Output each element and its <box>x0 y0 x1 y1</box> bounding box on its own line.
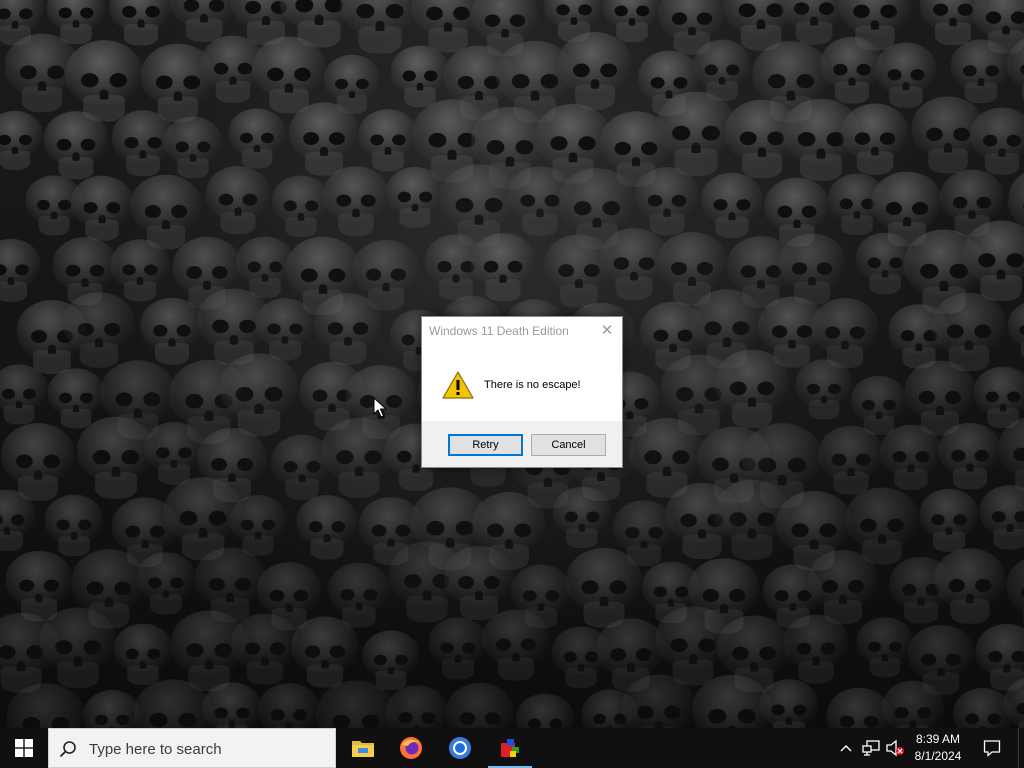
skull-decoration <box>919 488 979 554</box>
search-box[interactable]: Type here to search <box>48 728 336 768</box>
search-placeholder: Type here to search <box>89 741 222 758</box>
dialog-body: There is no escape! <box>422 345 622 421</box>
skull-decoration <box>445 683 514 728</box>
skull-decoration <box>856 617 914 681</box>
clock-date: 8/1/2024 <box>914 749 962 763</box>
firefox-button[interactable] <box>387 728 435 768</box>
network-icon[interactable] <box>861 738 881 758</box>
skull-decoration <box>231 613 299 689</box>
file-explorer-button[interactable] <box>339 728 387 768</box>
cancel-button[interactable]: Cancel <box>531 434 606 456</box>
show-desktop-button[interactable] <box>1018 728 1024 768</box>
firefox-icon <box>400 737 422 759</box>
close-icon[interactable]: ✕ <box>598 322 616 340</box>
skull-decoration <box>314 293 382 369</box>
skull-decoration <box>759 679 819 728</box>
skull-decoration <box>136 552 196 618</box>
skull-decoration <box>297 495 358 564</box>
retry-button[interactable]: Retry <box>448 434 523 456</box>
skull-decoration <box>40 607 117 692</box>
skull-decoration <box>841 103 909 178</box>
skull-decoration <box>552 486 611 552</box>
skull-decoration <box>1007 35 1024 109</box>
skull-decoration <box>470 232 536 305</box>
skull-decoration <box>0 489 37 554</box>
skull-decoration <box>71 175 134 244</box>
skull-decoration <box>701 172 763 242</box>
skull-decoration <box>1008 300 1024 362</box>
chrome-icon <box>449 737 471 759</box>
mouse-cursor-icon <box>373 397 387 418</box>
skull-decoration <box>113 623 172 688</box>
warning-icon <box>442 371 474 399</box>
notification-center-button[interactable] <box>978 728 1006 768</box>
skull-decoration <box>385 684 448 728</box>
start-button[interactable] <box>0 728 48 768</box>
skull-decoration <box>820 36 884 107</box>
windows-logo-icon <box>15 739 33 757</box>
paint-app-button[interactable] <box>486 728 534 768</box>
skull-decoration <box>272 175 331 241</box>
skull-decoration <box>882 680 945 728</box>
skull-decoration <box>0 364 48 428</box>
skull-decoration <box>515 693 574 728</box>
skull-decoration <box>386 167 444 231</box>
skull-decoration <box>979 485 1024 553</box>
skull-decoration <box>134 678 213 728</box>
skull-decoration <box>202 681 262 728</box>
skull-decoration <box>783 614 849 688</box>
skull-decoration <box>0 239 41 305</box>
skull-decoration <box>316 681 397 728</box>
skull-decoration <box>1004 676 1024 728</box>
search-icon <box>59 741 76 758</box>
skull-decoration <box>43 110 109 183</box>
notification-icon <box>983 740 1001 757</box>
skull-decoration <box>205 165 271 238</box>
clock[interactable]: 8:39 AM 8/1/2024 <box>906 731 970 765</box>
skull-decoration <box>6 682 85 728</box>
skull-decoration <box>0 110 43 172</box>
dialog-titlebar[interactable]: Windows 11 Death Edition ✕ <box>422 317 622 345</box>
volume-muted-icon[interactable] <box>885 738 905 758</box>
skull-decoration <box>258 682 320 728</box>
skull-decoration <box>228 108 286 171</box>
skull-decoration <box>623 674 696 728</box>
skull-decoration <box>428 617 487 683</box>
taskbar: Type here to search 8:39 AM 8/1/2024 <box>0 728 1024 768</box>
skull-decoration <box>938 422 1002 493</box>
dialog-message: There is no escape! <box>484 379 581 391</box>
skull-decoration <box>358 108 417 175</box>
skull-decoration <box>140 297 204 368</box>
file-explorer-icon <box>352 741 374 757</box>
dialog-title: Windows 11 Death Edition <box>429 324 569 338</box>
skull-decoration <box>715 349 790 433</box>
skull-decoration <box>558 32 633 115</box>
skull-decoration <box>880 424 943 494</box>
skull-decoration <box>795 359 853 423</box>
chrome-button[interactable] <box>436 728 484 768</box>
clock-time: 8:39 AM <box>915 732 961 746</box>
message-dialog: Windows 11 Death Edition ✕ There is no e… <box>421 316 623 468</box>
skull-decoration <box>933 547 1006 628</box>
paint-app-icon <box>501 739 519 757</box>
skull-decoration <box>482 609 550 685</box>
skull-decoration <box>83 689 141 728</box>
chevron-up-icon[interactable] <box>838 740 854 756</box>
skull-decoration <box>322 166 389 239</box>
